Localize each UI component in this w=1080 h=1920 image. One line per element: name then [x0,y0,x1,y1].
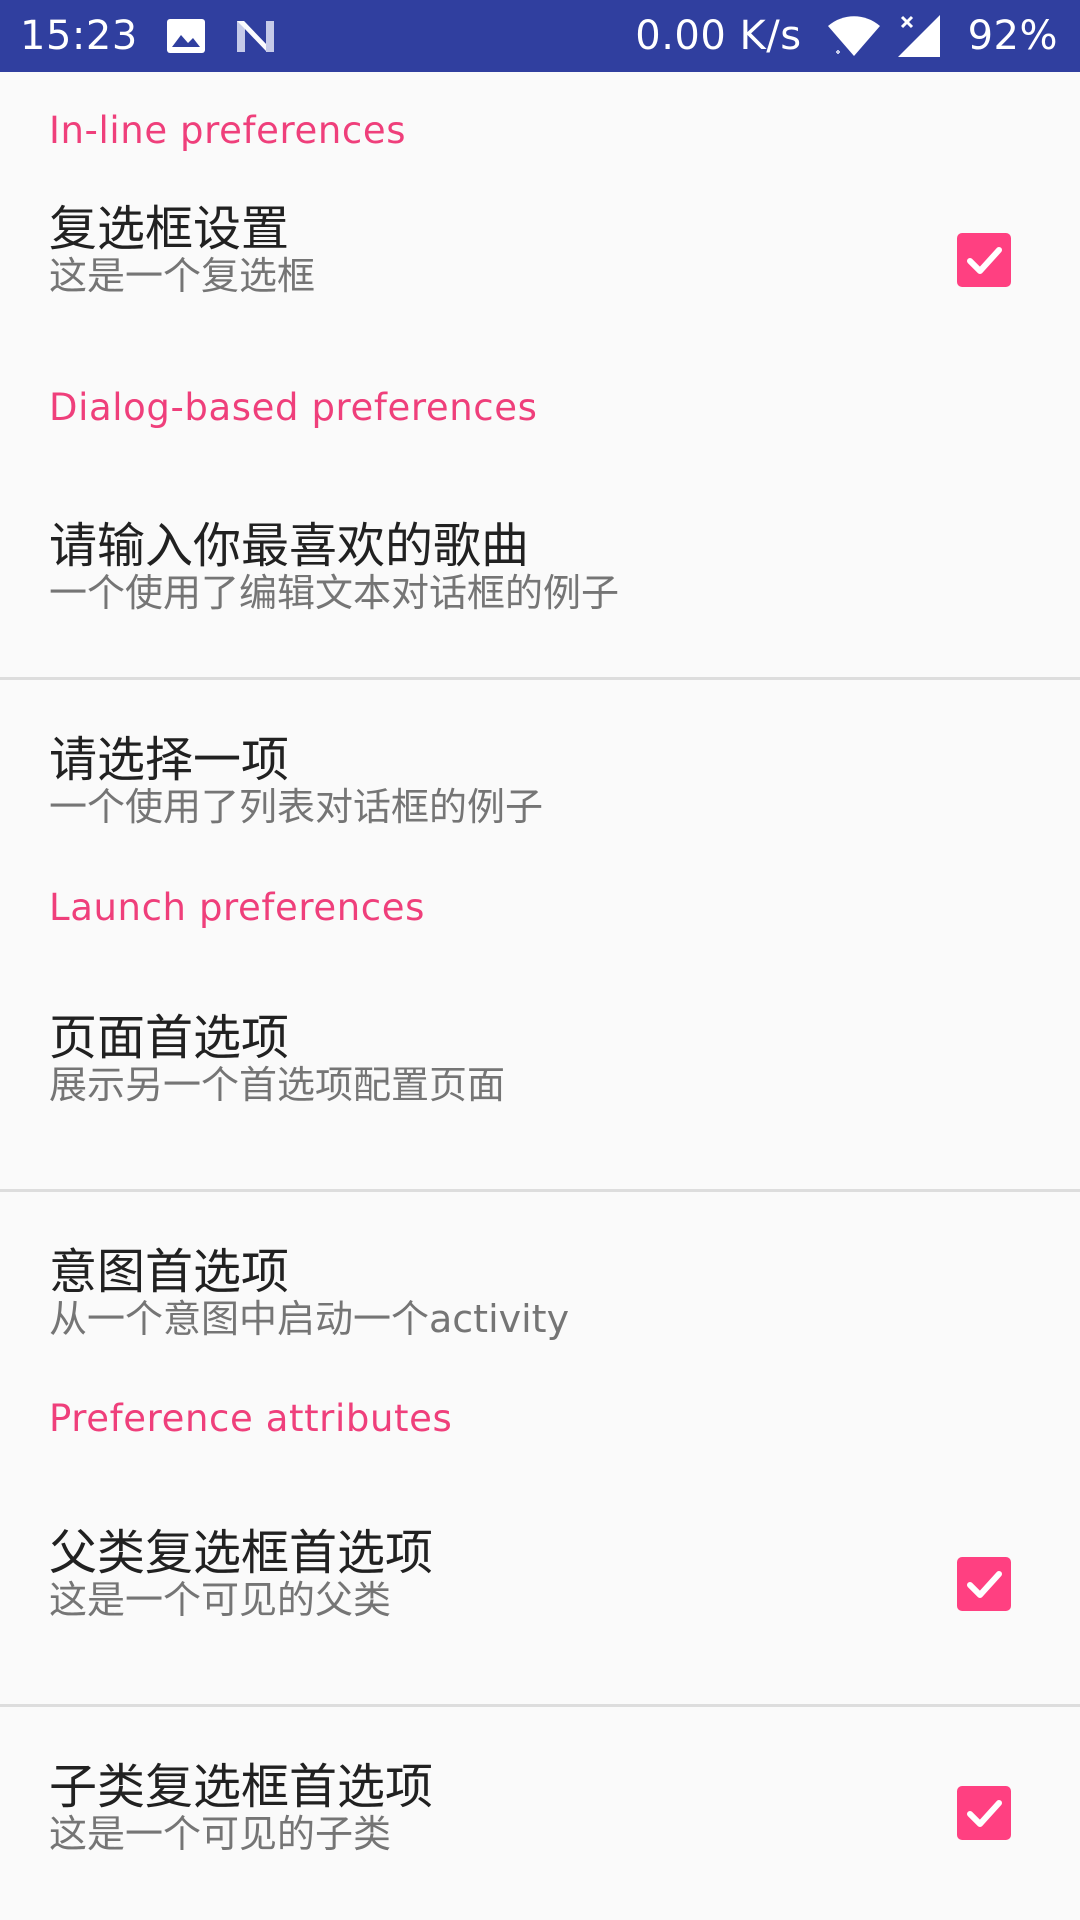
pref-intent-preference[interactable]: 意图首选项 从一个意图中启动一个activity [0,1192,1080,1377]
pref-page-preference[interactable]: 页面首选项 展示另一个首选项配置页面 [0,964,1080,1189]
pref-child-checkbox[interactable]: 子类复选框首选项 这是一个可见的子类 [0,1707,1080,1893]
category-title: Dialog-based preferences [49,386,538,429]
checkbox-checked[interactable] [957,1557,1011,1611]
pref-summary: 这是一个复选框 [49,254,316,298]
checkbox-checked[interactable] [957,1786,1011,1840]
signal-icon [896,13,942,59]
category-title: In-line preferences [49,109,407,152]
status-bar: 15:23 0.00 K/s 92% [0,0,1080,72]
checkbox-checked[interactable] [957,233,1011,287]
pref-parent-checkbox[interactable]: 父类复选框首选项 这是一个可见的父类 [0,1477,1080,1704]
pref-choose-item[interactable]: 请选择一项 一个使用了列表对话框的例子 [0,680,1080,864]
check-icon [967,247,1002,274]
wifi-icon [826,14,882,58]
category-attributes: Preference attributes [0,1377,1080,1477]
network-speed: 0.00 K/s [635,13,802,59]
category-launch: Launch preferences [0,864,1080,964]
status-time: 15:23 [20,13,138,59]
category-dialog: Dialog-based preferences [0,356,1080,450]
status-bar-left: 15:23 [20,13,278,59]
pref-checkbox-setting[interactable]: 复选框设置 这是一个复选框 [0,158,1080,356]
pref-summary: 从一个意图中启动一个activity [49,1297,570,1341]
pref-summary: 这是一个可见的父类 [49,1578,392,1622]
category-inline: In-line preferences [0,72,1080,158]
n-logo-icon [234,18,278,54]
status-bar-right: 0.00 K/s 92% [635,13,1058,59]
check-icon [967,1800,1002,1827]
pref-summary: 一个使用了编辑文本对话框的例子 [49,571,620,615]
image-icon [166,18,206,54]
check-icon [967,1571,1002,1598]
pref-summary: 这是一个可见的子类 [49,1812,392,1856]
category-title: Launch preferences [49,886,425,929]
category-title: Preference attributes [49,1397,453,1440]
pref-summary: 展示另一个首选项配置页面 [49,1063,506,1107]
preference-list: In-line preferences 复选框设置 这是一个复选框 Dialog… [0,72,1080,1893]
pref-summary: 一个使用了列表对话框的例子 [49,785,544,829]
battery-percent: 92% [967,13,1058,59]
pref-favorite-song[interactable]: 请输入你最喜欢的歌曲 一个使用了编辑文本对话框的例子 [0,450,1080,677]
